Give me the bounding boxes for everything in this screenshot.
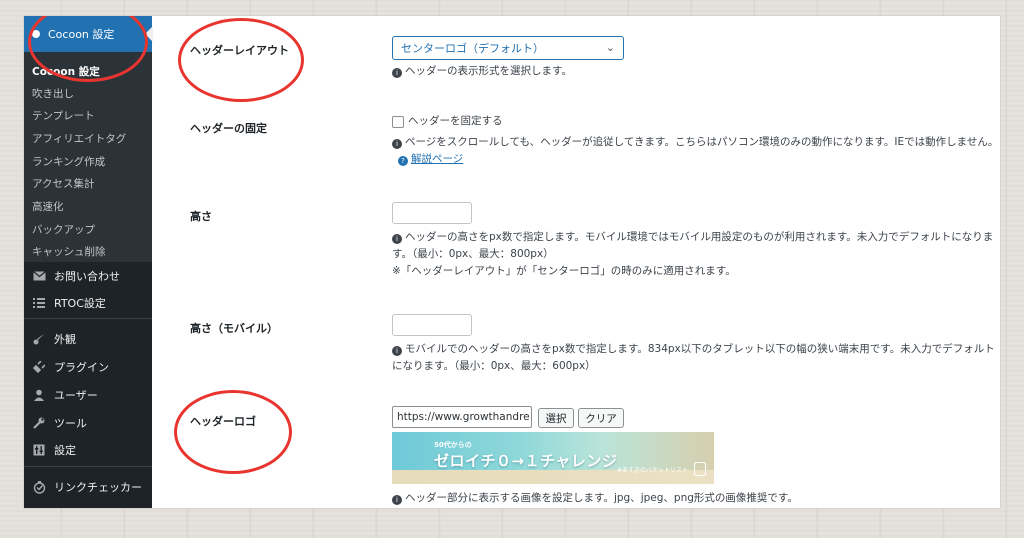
header-layout-desc: i ヘッダーの表示形式を選択します。: [392, 63, 992, 80]
submenu-item-affiliate[interactable]: アフィリエイトタグ: [32, 131, 126, 146]
info-icon: i: [392, 234, 402, 244]
header-layout-value: センターロゴ（デフォルト）: [401, 42, 544, 55]
info-icon: i: [392, 68, 402, 78]
sidebar-item-label: RTOC設定: [54, 297, 106, 310]
select-image-button[interactable]: 選択: [538, 408, 574, 428]
help-page-link[interactable]: 解説ページ: [411, 153, 463, 165]
header-layout-desc-text: ヘッダーの表示形式を選択します。: [405, 65, 572, 77]
height-desc-text: ヘッダーの高さをpx数で指定します。モバイル環境ではモバイル用設定のものが利用さ…: [392, 231, 994, 260]
mail-icon: [32, 269, 46, 283]
menu-separator: [24, 318, 152, 319]
info-icon: i: [392, 139, 402, 149]
header-logo-url-input[interactable]: https://www.growthandre: [392, 406, 532, 428]
submenu-item-speed[interactable]: 高速化: [32, 199, 64, 214]
header-fixed-label: ヘッダーの固定: [190, 122, 267, 135]
height-input[interactable]: [392, 202, 472, 224]
brush-icon: [32, 332, 46, 346]
header-layout-select[interactable]: センターロゴ（デフォルト） ⌄: [392, 36, 624, 60]
sidebar-item-plugins[interactable]: プラグイン: [24, 356, 152, 378]
height-desc: i ヘッダーの高さをpx数で指定します。モバイル環境ではモバイル用設定のものが利用…: [392, 229, 1000, 263]
header-fixed-checkbox-label[interactable]: ヘッダーを固定する: [408, 113, 503, 130]
header-fixed-desc: i ページをスクロールしても、ヘッダーが追従してきます。こちらはパソコン環境のみの…: [392, 134, 1000, 168]
menu-separator: [24, 466, 152, 467]
submenu-item-template[interactable]: テンプレート: [32, 108, 95, 123]
submenu-item-balloon[interactable]: 吹き出し: [32, 86, 74, 101]
sidebar-item-link-checker[interactable]: リンクチェッカー: [24, 476, 152, 498]
wp-admin-screenshot: Cocoon 設定 Cocoon 設定 吹き出し テンプレート アフィリエイトタ…: [24, 16, 1000, 508]
clear-image-button[interactable]: クリア: [578, 408, 624, 428]
header-logo-desc-text: ヘッダー部分に表示する画像を設定します。jpg、jpeg、png形式の画像推奨で…: [405, 492, 798, 504]
note-icon: [694, 462, 706, 476]
sidebar-item-label: 設定: [54, 444, 76, 457]
sidebar-item-label: リンクチェッカー: [54, 481, 142, 494]
chevron-down-icon: ⌄: [605, 41, 615, 54]
sidebar-item-label: お問い合わせ: [54, 270, 120, 283]
sidebar-item-label: ユーザー: [54, 389, 98, 402]
header-fixed-checkbox[interactable]: [392, 116, 404, 128]
height-note: ※「ヘッダーレイアウト」が「センターロゴ」の時のみに適用されます。: [392, 265, 736, 277]
height-mobile-input[interactable]: [392, 314, 472, 336]
info-icon: i: [392, 495, 402, 505]
banner-tag: #あすきのバケットリスト: [616, 467, 688, 474]
sidebar-item-contact[interactable]: お問い合わせ: [24, 265, 152, 287]
help-icon: ?: [398, 156, 408, 166]
submenu-item-backup[interactable]: バックアップ: [32, 222, 95, 237]
sidebar-item-users[interactable]: ユーザー: [24, 384, 152, 406]
sidebar-item-tools[interactable]: ツール: [24, 412, 152, 434]
submenu-item-access[interactable]: アクセス集計: [32, 176, 94, 191]
sidebar-item-label: プラグイン: [54, 361, 109, 374]
submenu-item-cache[interactable]: キャッシュ削除: [32, 244, 106, 259]
banner-small-text: 50代からの: [434, 441, 472, 449]
plugin-icon: [32, 360, 46, 374]
header-logo-preview: 50代からの ゼロイチ０→１チャレンジ #あすきのバケットリスト: [392, 432, 714, 484]
height-mobile-label: 高さ（モバイル）: [190, 322, 278, 335]
settings-content: ヘッダーレイアウト センターロゴ（デフォルト） ⌄ i ヘッダーの表示形式を選択し…: [170, 16, 1000, 508]
header-logo-desc: i ヘッダー部分に表示する画像を設定します。jpg、jpeg、png形式の画像推奨…: [392, 490, 1000, 507]
annotation-circle-header-layout: [178, 18, 304, 102]
sidebar-item-settings[interactable]: 設定: [24, 439, 152, 461]
header-fixed-desc-text: ページをスクロールしても、ヘッダーが追従してきます。こちらはパソコン環境のみの動…: [405, 136, 999, 148]
banner-title: ゼロイチ０→１チャレンジ: [434, 452, 618, 470]
sidebar-item-appearance[interactable]: 外観: [24, 328, 152, 350]
settings-icon: [32, 443, 46, 457]
height-label: 高さ: [190, 210, 212, 223]
annotation-circle-header-logo: [174, 390, 292, 474]
info-icon: i: [392, 346, 402, 356]
wrench-icon: [32, 416, 46, 430]
sidebar-item-rtoc[interactable]: RTOC設定: [24, 292, 152, 314]
list-icon: [32, 296, 46, 310]
link-checker-icon: [32, 480, 46, 494]
submenu-item-ranking[interactable]: ランキング作成: [32, 154, 105, 169]
height-mobile-desc: i モバイルでのヘッダーの高さをpx数で指定します。834px以下のタブレット以下…: [392, 341, 1000, 375]
cocoon-submenu: Cocoon 設定 吹き出し テンプレート アフィリエイトタグ ランキング作成 …: [24, 52, 152, 262]
admin-sidebar: Cocoon 設定 Cocoon 設定 吹き出し テンプレート アフィリエイトタ…: [24, 16, 153, 508]
user-icon: [32, 388, 46, 402]
sidebar-item-label: 外観: [54, 333, 76, 346]
sidebar-item-label: ツール: [54, 417, 87, 430]
height-mobile-desc-text: モバイルでのヘッダーの高さをpx数で指定します。834px以下のタブレット以下の…: [392, 343, 995, 372]
